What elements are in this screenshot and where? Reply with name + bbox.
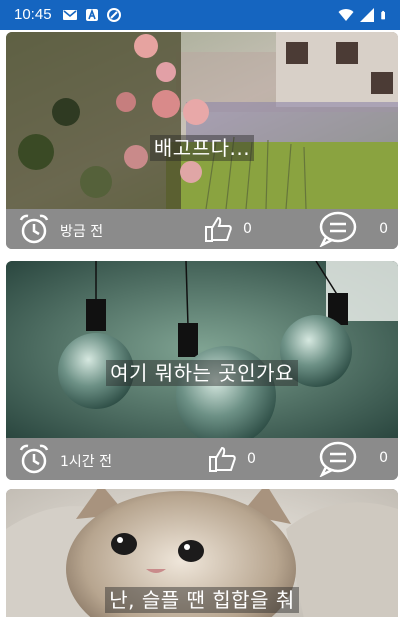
thumbs-up-icon[interactable] [204,214,234,244]
post-footer: 방금 전 0 0 [6,209,398,249]
thumbs-up-icon[interactable] [208,444,238,474]
post-caption-text: 배고프다... [149,135,255,161]
status-system-icons [338,7,390,23]
alarm-clock-icon [19,444,49,474]
post-footer: 1시간 전 0 0 [6,438,398,480]
post-caption: 배고프다... [6,132,398,161]
like-count: 0 [243,221,252,237]
battery-icon [381,10,385,20]
post-caption: 난, 슬플 땐 힙합을 춰 [6,584,398,613]
like-count: 0 [247,451,256,467]
post-card[interactable]: 여기 뭐하는 곳인가요 1시간 전 0 0 [6,261,398,480]
post-time: 방금 전 [60,224,104,240]
comment-bubble-icon[interactable] [318,441,358,477]
gmail-icon [63,10,77,20]
hanging-bulbs-image [6,261,398,438]
post-card[interactable]: 배고프다... 방금 전 0 0 [6,32,398,249]
post-time: 1시간 전 [60,454,112,470]
post-image-flowers[interactable] [6,32,398,209]
wifi-icon [338,9,354,21]
comment-count: 0 [379,450,388,466]
post-caption: 여기 뭐하는 곳인가요 [6,357,398,386]
flowers-garden-image [6,32,398,209]
status-bar: 10:45 [0,0,400,30]
post-card[interactable]: 난, 슬플 땐 힙합을 춰 [6,489,398,617]
data-saver-icon [107,8,121,22]
comment-bubble-icon[interactable] [318,211,358,247]
comment-count: 0 [379,221,388,237]
status-time: 10:45 [14,6,52,23]
alarm-clock-icon [19,214,49,244]
post-image-bulbs[interactable] [6,261,398,438]
a-badge-icon [86,8,98,21]
post-caption-text: 난, 슬플 땐 힙합을 춰 [105,587,299,613]
status-notification-icons [62,7,122,23]
signal-icon [360,8,374,22]
post-caption-text: 여기 뭐하는 곳인가요 [106,360,298,386]
post-feed[interactable]: 배고프다... 방금 전 0 0 여기 뭐하는 곳인가요 1시간 전 0 0 난… [0,30,400,617]
